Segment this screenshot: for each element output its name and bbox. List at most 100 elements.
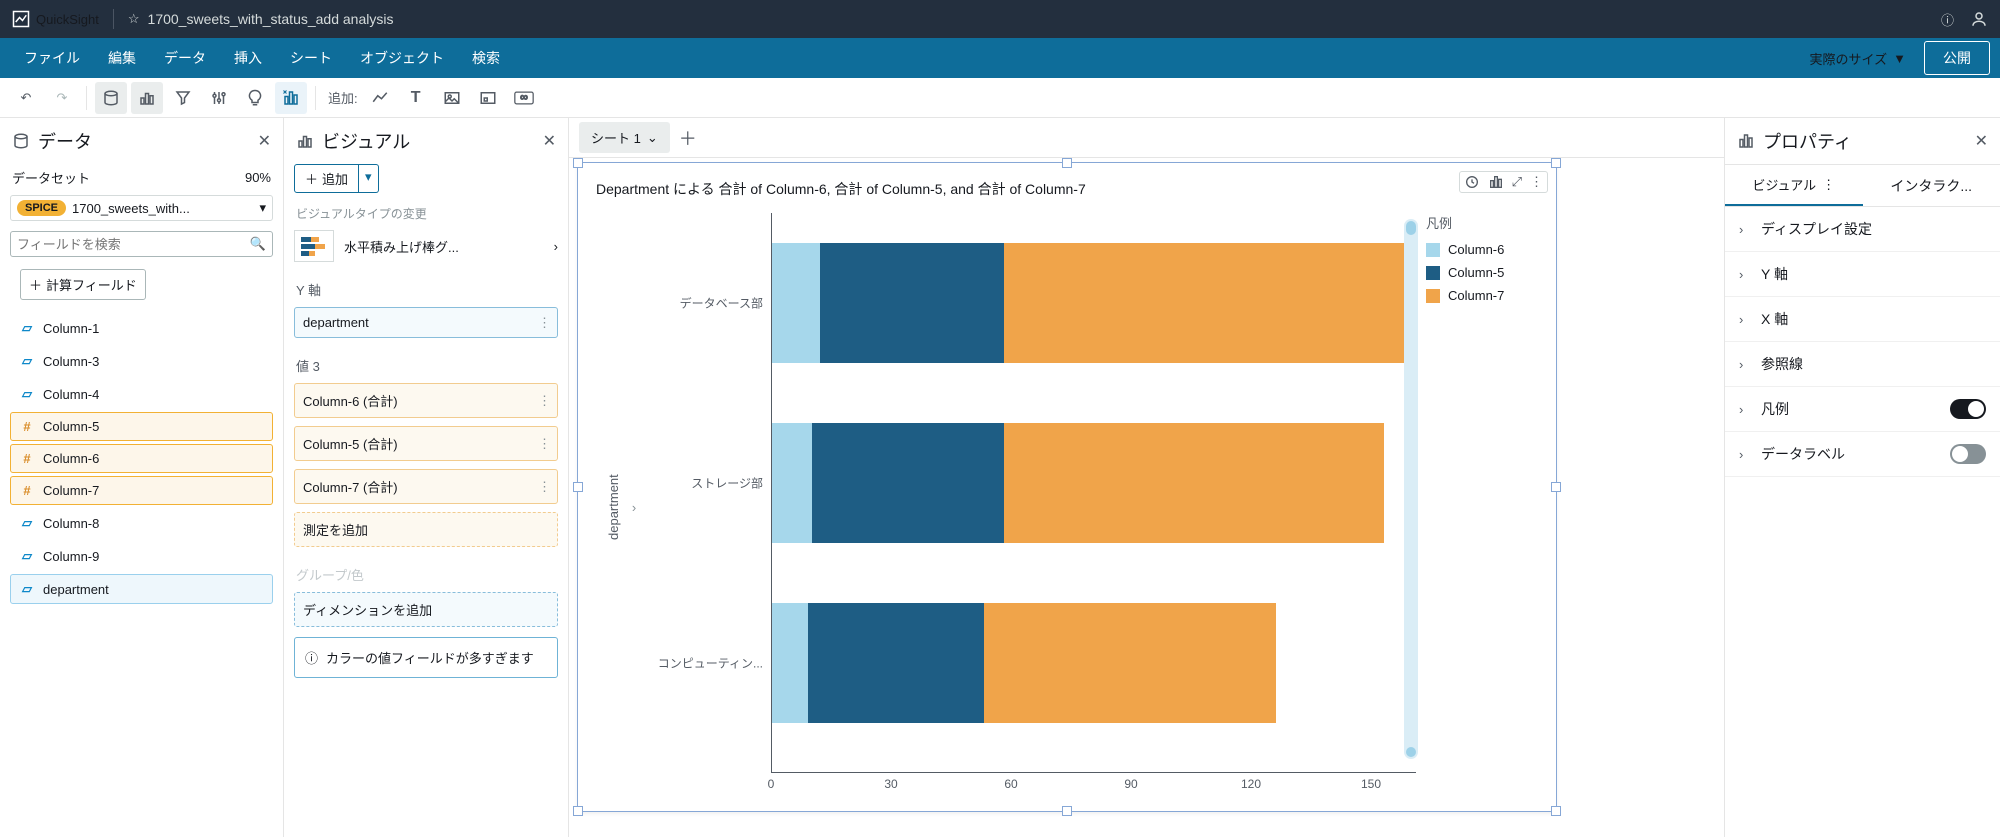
field-search[interactable]: 🔍 [10,231,273,257]
field-Column-8[interactable]: ▱Column-8 [10,508,273,538]
user-icon[interactable] [1970,10,1988,28]
dataset-selector[interactable]: SPICE 1700_sweets_with... ▾ [10,195,273,221]
visual-type-selector[interactable]: 水平積み上げ棒グ... › [294,230,558,262]
add-visual-dropdown[interactable]: ▾ [359,164,379,193]
field-search-input[interactable] [17,237,250,252]
add-sheet-icon[interactable]: ∞ [508,82,540,114]
property-row[interactable]: ›データラベル [1725,432,2000,477]
add-sheet-button[interactable]: ＋ [676,126,700,150]
property-row[interactable]: ›参照線 [1725,342,2000,387]
property-row[interactable]: ›凡例 [1725,387,2000,432]
bar-segment[interactable] [812,423,1004,543]
scrollbar-minimap[interactable] [1404,219,1418,759]
field-department[interactable]: ▱department [10,574,273,604]
properties-panel-toggle[interactable] [275,82,307,114]
resize-handle[interactable] [573,482,583,492]
legend-item[interactable]: Column-6 [1426,242,1546,257]
tab-visual[interactable]: ビジュアル⋮ [1725,165,1863,206]
help-icon[interactable]: ⓘ [1941,10,1954,29]
undo-button[interactable]: ↶ [10,82,42,114]
star-icon[interactable]: ☆ [128,11,140,27]
add-image-icon[interactable] [436,82,468,114]
well-menu-icon[interactable]: ⋮ [538,436,551,452]
field-Column-1[interactable]: ▱Column-1 [10,313,273,343]
property-row[interactable]: ›X 軸 [1725,297,2000,342]
menu-search[interactable]: 検索 [458,48,514,68]
field-Column-7[interactable]: #Column-7 [10,476,273,505]
property-row[interactable]: ›Y 軸 [1725,252,2000,297]
resize-handle[interactable] [1551,158,1561,168]
well-menu-icon[interactable]: ⋮ [538,479,551,495]
bar-segment[interactable] [984,603,1276,723]
field-Column-4[interactable]: ▱Column-4 [10,379,273,409]
value-well-0[interactable]: Column-6 (合計)⋮ [294,383,558,418]
app-logo[interactable]: QuickSight [12,10,99,28]
menu-object[interactable]: オブジェクト [346,48,458,68]
tab-interaction[interactable]: インタラク... [1863,165,2000,206]
close-icon[interactable]: ✕ [258,131,271,151]
bar-segment[interactable] [820,243,1004,363]
menu-sheet[interactable]: シート [276,48,346,68]
toggle-switch[interactable] [1950,399,1986,419]
redo-button[interactable]: ↷ [46,82,78,114]
refresh-icon[interactable] [1464,174,1480,190]
add-line-icon[interactable] [364,82,396,114]
resize-handle[interactable] [1062,806,1072,816]
y-axis-well[interactable]: department⋮ [294,307,558,338]
toggle-switch[interactable] [1950,444,1986,464]
field-Column-5[interactable]: #Column-5 [10,412,273,441]
chevron-down-icon[interactable]: ⌄ [647,130,658,146]
menu-file[interactable]: ファイル [10,48,94,68]
bar-segment[interactable] [772,603,808,723]
resize-handle[interactable] [1551,806,1561,816]
field-Column-6[interactable]: #Column-6 [10,444,273,473]
parameters-icon[interactable] [203,82,235,114]
add-visual-button[interactable]: ＋追加 [294,164,359,193]
edit-icon[interactable] [1488,174,1504,190]
close-icon[interactable]: ✕ [543,131,556,151]
sheet-tab[interactable]: シート 1⌄ [579,122,670,153]
bar-segment[interactable] [1004,423,1384,543]
y-axis-chevron[interactable]: › [623,213,645,801]
resize-handle[interactable] [573,806,583,816]
visual-frame[interactable]: ⤢ ⋮ Department による 合計 of Column-6, 合計 of… [577,162,1557,812]
bar-segment[interactable] [772,423,812,543]
add-calc-field-button[interactable]: ＋計算フィールド [20,269,146,300]
visual-panel-toggle[interactable] [131,82,163,114]
legend-item[interactable]: Column-5 [1426,265,1546,280]
more-icon[interactable]: ⋮ [1530,174,1543,190]
resize-handle[interactable] [1551,482,1561,492]
zoom-selector[interactable]: 実際のサイズ▼ [1810,49,1907,68]
menu-insert[interactable]: 挿入 [220,48,276,68]
value-well-1[interactable]: Column-5 (合計)⋮ [294,426,558,461]
well-menu-icon[interactable]: ⋮ [538,315,551,331]
bar-segment[interactable] [808,603,984,723]
close-icon[interactable]: ✕ [1975,131,1988,151]
bar-group[interactable] [772,423,1384,543]
bar-segment[interactable] [772,243,820,363]
field-Column-9[interactable]: ▱Column-9 [10,541,273,571]
data-panel-toggle[interactable] [95,82,127,114]
publish-button[interactable]: 公開 [1924,41,1990,75]
more-icon[interactable]: ⋮ [1822,177,1835,193]
add-custom-icon[interactable] [472,82,504,114]
legend-item[interactable]: Column-7 [1426,288,1546,303]
bar-segment[interactable] [1004,243,1404,363]
add-text-icon[interactable]: T [400,82,432,114]
resize-handle[interactable] [573,158,583,168]
menu-data[interactable]: データ [150,48,220,68]
filter-icon[interactable] [167,82,199,114]
expand-icon[interactable]: ⤢ [1512,174,1522,190]
value-well-2[interactable]: Column-7 (合計)⋮ [294,469,558,504]
insight-icon[interactable] [239,82,271,114]
chart-plot[interactable]: データベース部ストレージ部コンピューティン... 0306090120150 [651,213,1416,801]
value-well-placeholder[interactable]: 測定を追加 [294,512,558,547]
bar-group[interactable] [772,243,1404,363]
field-Column-3[interactable]: ▱Column-3 [10,346,273,376]
bar-group[interactable] [772,603,1276,723]
resize-handle[interactable] [1062,158,1072,168]
group-well-placeholder[interactable]: ディメンションを追加 [294,592,558,627]
menu-edit[interactable]: 編集 [94,48,150,68]
well-menu-icon[interactable]: ⋮ [538,393,551,409]
property-row[interactable]: ›ディスプレイ設定 [1725,207,2000,252]
